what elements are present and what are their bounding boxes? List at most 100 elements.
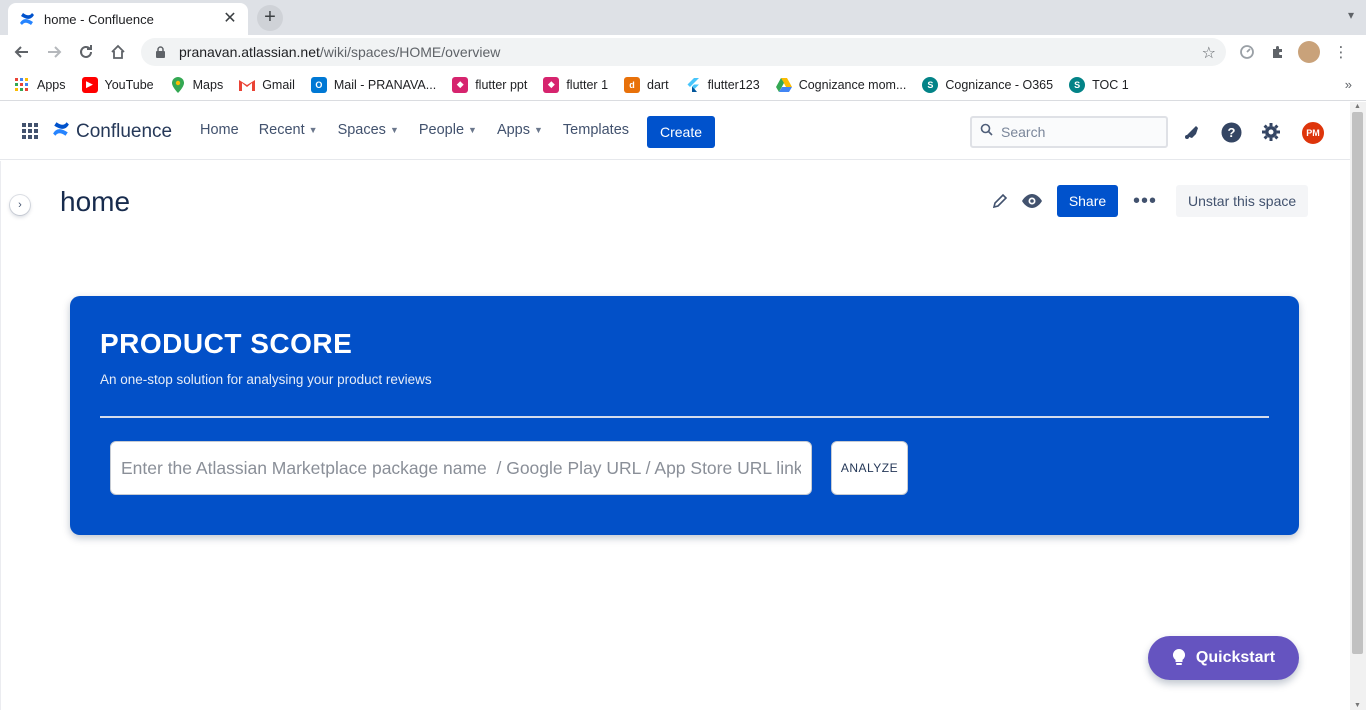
bookmark-cognizance-mom[interactable]: Cognizance mom... bbox=[775, 77, 907, 93]
bookmark-label: dart bbox=[647, 77, 669, 92]
notifications-bell-icon[interactable] bbox=[1181, 121, 1203, 143]
scroll-up-arrow-icon[interactable]: ▲ bbox=[1354, 103, 1361, 110]
extension-gauge-icon[interactable] bbox=[1236, 41, 1258, 63]
chevron-down-icon: ▼ bbox=[389, 125, 399, 135]
scrollbar-thumb[interactable] bbox=[1352, 112, 1363, 654]
nav-label: Home bbox=[200, 122, 239, 138]
bookmark-flutter-ppt[interactable]: ◆ flutter ppt bbox=[452, 76, 528, 93]
profile-avatar-icon[interactable] bbox=[1298, 41, 1320, 63]
confluence-logo-icon bbox=[52, 120, 70, 143]
unstar-space-button[interactable]: Unstar this space bbox=[1176, 185, 1309, 217]
sharepoint-icon: S bbox=[922, 76, 939, 93]
close-tab-icon[interactable]: ✕ bbox=[222, 11, 238, 27]
svg-text:?: ? bbox=[1227, 125, 1235, 140]
bookmark-star-icon[interactable]: ☆ bbox=[1202, 43, 1216, 63]
browser-menu-icon[interactable]: ⋮ bbox=[1330, 41, 1352, 63]
address-bar[interactable]: pranavan.atlassian.net/wiki/spaces/HOME/… bbox=[141, 38, 1226, 66]
more-actions-icon[interactable]: ••• bbox=[1132, 188, 1158, 214]
bookmark-flutter-1[interactable]: ◆ flutter 1 bbox=[543, 76, 609, 93]
browser-toolbar: pranavan.atlassian.net/wiki/spaces/HOME/… bbox=[0, 35, 1366, 69]
bookmark-apps[interactable]: Apps bbox=[14, 77, 66, 93]
maps-icon bbox=[170, 76, 186, 93]
sidebar-divider bbox=[0, 161, 1, 710]
bookmark-label: flutter 1 bbox=[566, 77, 609, 92]
gmail-icon bbox=[239, 77, 256, 93]
lock-icon[interactable] bbox=[153, 45, 167, 59]
card-divider bbox=[100, 416, 1269, 418]
bookmark-label: Maps bbox=[192, 77, 224, 92]
nav-spaces[interactable]: Spaces ▼ bbox=[338, 122, 399, 138]
primary-nav: Home Recent ▼ Spaces ▼ People ▼ Apps ▼ Templ… bbox=[200, 122, 649, 138]
url-text: pranavan.atlassian.net/wiki/spaces/HOME/… bbox=[179, 44, 500, 60]
browser-tab[interactable]: home - Confluence ✕ bbox=[8, 3, 248, 35]
nav-label: Apps bbox=[496, 122, 530, 138]
chevron-down-icon: ▼ bbox=[308, 125, 318, 135]
forward-arrow-icon[interactable] bbox=[42, 40, 66, 64]
bookmarks-bar: Apps ▶ YouTube Maps Gmail O Mail - PRANA… bbox=[0, 69, 1366, 101]
product-score-title: PRODUCT SCORE bbox=[100, 328, 353, 359]
nav-label: People bbox=[418, 122, 465, 138]
lightbulb-icon bbox=[1172, 649, 1186, 667]
watch-eye-icon[interactable] bbox=[1017, 186, 1047, 216]
bookmark-label: flutter123 bbox=[707, 77, 760, 92]
settings-gear-icon[interactable] bbox=[1260, 121, 1282, 143]
confluence-top-nav: Confluence Home Recent ▼ Spaces ▼ People ▼ … bbox=[0, 102, 1350, 160]
chevron-down-icon: ▼ bbox=[534, 125, 543, 135]
tab-search-chevron-icon[interactable]: ▾ bbox=[1348, 8, 1354, 22]
browser-tab-title: home - Confluence bbox=[44, 11, 154, 27]
bookmark-dart[interactable]: d dart bbox=[624, 76, 669, 93]
help-icon[interactable]: ? bbox=[1220, 121, 1242, 143]
edit-pencil-icon[interactable] bbox=[985, 186, 1015, 216]
create-button[interactable]: Create bbox=[647, 116, 715, 148]
bookmark-mail[interactable]: O Mail - PRANAVA... bbox=[310, 76, 436, 93]
flutter-ppt-icon: ◆ bbox=[452, 76, 469, 93]
search-input[interactable] bbox=[1001, 124, 1151, 140]
bookmark-gmail[interactable]: Gmail bbox=[239, 77, 295, 93]
page-title: home bbox=[60, 186, 131, 217]
quickstart-label: Quickstart bbox=[1195, 649, 1276, 666]
product-score-subtitle: An one-stop solution for analysing your … bbox=[100, 372, 432, 387]
new-tab-button[interactable]: + bbox=[257, 5, 283, 31]
nav-people[interactable]: People ▼ bbox=[419, 122, 477, 138]
page-scrollbar[interactable]: ▲ ▼ bbox=[1350, 102, 1366, 710]
confluence-logo[interactable]: Confluence bbox=[52, 120, 172, 143]
nav-recent[interactable]: Recent ▼ bbox=[259, 122, 318, 138]
expand-sidebar-chevron-icon[interactable]: › bbox=[10, 195, 30, 215]
quickstart-button[interactable]: Quickstart bbox=[1148, 636, 1299, 680]
analyze-button[interactable]: ANALYZE bbox=[831, 441, 908, 495]
scroll-down-arrow-icon[interactable]: ▼ bbox=[1354, 702, 1361, 709]
product-name: Confluence bbox=[76, 120, 173, 142]
nav-apps[interactable]: Apps ▼ bbox=[497, 122, 543, 138]
back-arrow-icon[interactable] bbox=[10, 40, 34, 64]
package-url-input[interactable] bbox=[110, 441, 812, 495]
extensions-puzzle-icon[interactable] bbox=[1267, 41, 1289, 63]
bookmark-label: Gmail bbox=[262, 77, 295, 92]
nav-label: Recent bbox=[258, 122, 305, 138]
bookmark-label: YouTube bbox=[104, 77, 154, 92]
bookmark-cognizance-o365[interactable]: S Cognizance - O365 bbox=[922, 76, 1053, 93]
home-icon[interactable] bbox=[106, 40, 130, 64]
user-avatar[interactable]: PM bbox=[1301, 121, 1325, 145]
bookmark-flutter123[interactable]: flutter123 bbox=[685, 77, 760, 93]
bookmark-toc-1[interactable]: S TOC 1 bbox=[1069, 76, 1129, 93]
bookmark-maps[interactable]: Maps bbox=[170, 76, 224, 93]
bookmark-label: flutter ppt bbox=[475, 77, 528, 92]
url-host: pranavan.atlassian.net bbox=[179, 44, 320, 60]
flutter-1-icon: ◆ bbox=[543, 76, 560, 93]
share-button[interactable]: Share bbox=[1057, 185, 1118, 217]
chevron-down-icon: ▼ bbox=[468, 125, 477, 135]
bookmark-label: Cognizance mom... bbox=[798, 77, 907, 92]
dart-icon: d bbox=[624, 76, 641, 93]
search-icon bbox=[980, 123, 993, 141]
app-switcher-icon[interactable] bbox=[22, 123, 38, 139]
nav-templates[interactable]: Templates bbox=[563, 122, 629, 138]
search-box[interactable] bbox=[970, 116, 1168, 148]
nav-home[interactable]: Home bbox=[200, 122, 239, 138]
reload-icon[interactable] bbox=[74, 40, 98, 64]
bookmarks-overflow-icon[interactable]: » bbox=[1345, 77, 1352, 92]
flutter-icon bbox=[685, 77, 701, 93]
bookmark-youtube[interactable]: ▶ YouTube bbox=[81, 76, 154, 93]
confluence-favicon-icon bbox=[18, 10, 36, 28]
product-score-card: PRODUCT SCORE An one-stop solution for a… bbox=[70, 296, 1299, 535]
nav-label: Templates bbox=[562, 122, 630, 138]
